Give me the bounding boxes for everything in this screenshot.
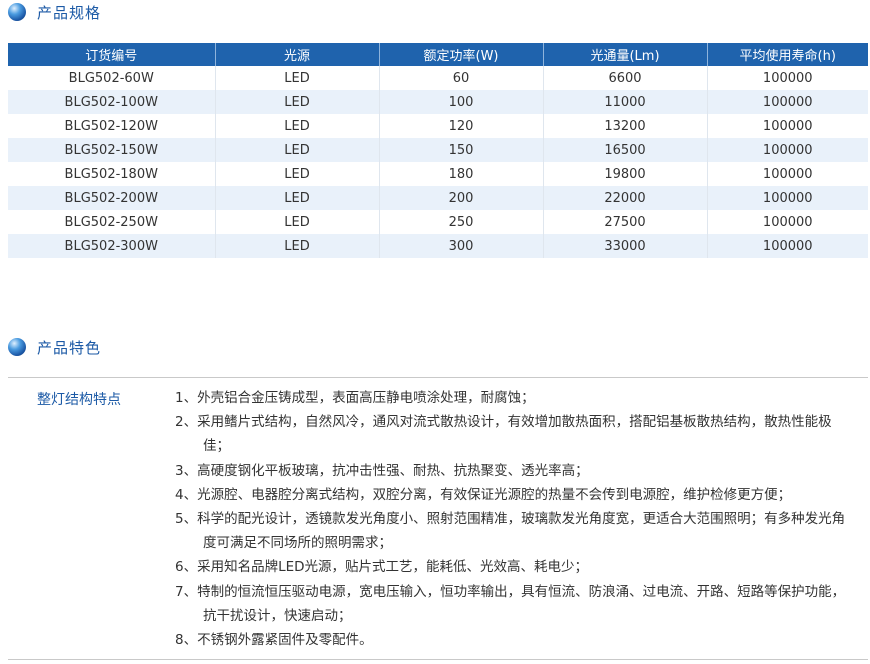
cell-light-source: LED <box>215 114 380 138</box>
cell-lifespan: 100000 <box>707 138 868 162</box>
column-header-light-source: 光源 <box>215 43 380 66</box>
cell-order-no: BLG502-150W <box>8 138 216 162</box>
table-row: BLG502-60W LED 60 6600 100000 <box>8 66 868 90</box>
list-item: 1、外壳铝合金压铸成型，表面高压静电喷涂处理，耐腐蚀； <box>175 390 535 406</box>
features-top-divider <box>8 377 868 378</box>
cell-lifespan: 100000 <box>707 162 868 186</box>
spec-table-header-row: 订货编号 光源 额定功率(W) 光通量(Lm) 平均使用寿命(h) <box>8 43 868 66</box>
cell-power: 300 <box>379 234 544 258</box>
globe-icon <box>8 338 26 356</box>
spec-table: 订货编号 光源 额定功率(W) 光通量(Lm) 平均使用寿命(h) BLG502… <box>8 43 868 258</box>
cell-power: 100 <box>379 90 544 114</box>
cell-power: 200 <box>379 186 544 210</box>
cell-light-source: LED <box>215 90 380 114</box>
list-item: 2、采用鳍片式结构，自然风冷，通风对流式散热设计，有效增加散热面积，搭配铝基板散… <box>175 414 832 455</box>
cell-light-source: LED <box>215 186 380 210</box>
features-label: 整灯结构特点 <box>37 392 121 408</box>
spec-section-header: 产品规格 <box>8 0 101 24</box>
column-header-lifespan: 平均使用寿命(h) <box>707 43 868 66</box>
column-header-luminous-flux: 光通量(Lm) <box>543 43 708 66</box>
cell-lifespan: 100000 <box>707 90 868 114</box>
list-item: 4、光源腔、电器腔分离式结构，双腔分离，有效保证光源腔的热量不会传到电源腔，维护… <box>175 486 792 503</box>
features-section-title: 产品特色 <box>37 338 102 357</box>
cell-luminous-flux: 22000 <box>543 186 708 210</box>
table-row: BLG502-250W LED 250 27500 100000 <box>8 210 868 234</box>
table-row: BLG502-300W LED 300 33000 100000 <box>8 234 868 258</box>
list-item: 7、特制的恒流恒压驱动电源，宽电压输入，恒功率输出，具有恒流、防浪涌、过电流、开… <box>175 583 846 624</box>
cell-order-no: BLG502-180W <box>8 162 216 186</box>
cell-light-source: LED <box>215 138 380 162</box>
cell-order-no: BLG502-120W <box>8 114 216 138</box>
cell-order-no: BLG502-200W <box>8 186 216 210</box>
cell-light-source: LED <box>215 234 380 258</box>
cell-luminous-flux: 33000 <box>543 234 708 258</box>
cell-power: 150 <box>379 138 544 162</box>
cell-luminous-flux: 27500 <box>543 210 708 234</box>
cell-power: 120 <box>379 114 544 138</box>
cell-order-no: BLG502-250W <box>8 210 216 234</box>
cell-power: 60 <box>379 66 544 90</box>
column-header-power: 额定功率(W) <box>379 43 544 66</box>
cell-luminous-flux: 16500 <box>543 138 708 162</box>
list-item: 6、采用知名品牌LED光源，贴片式工艺，能耗低、光效高、耗电少； <box>175 559 589 576</box>
cell-lifespan: 100000 <box>707 114 868 138</box>
cell-light-source: LED <box>215 162 380 186</box>
list-item: 8、不锈钢外露紧固件及零配件。 <box>175 632 373 649</box>
cell-luminous-flux: 13200 <box>543 114 708 138</box>
cell-order-no: BLG502-300W <box>8 234 216 258</box>
cell-luminous-flux: 19800 <box>543 162 708 186</box>
cell-lifespan: 100000 <box>707 186 868 210</box>
cell-luminous-flux: 11000 <box>543 90 708 114</box>
cell-power: 180 <box>379 162 544 186</box>
cell-order-no: BLG502-100W <box>8 90 216 114</box>
table-row: BLG502-180W LED 180 19800 100000 <box>8 162 868 186</box>
table-row: BLG502-150W LED 150 16500 100000 <box>8 138 868 162</box>
cell-order-no: BLG502-60W <box>8 66 216 90</box>
cell-lifespan: 100000 <box>707 210 868 234</box>
features-bottom-divider <box>8 659 868 660</box>
table-row: BLG502-120W LED 120 13200 100000 <box>8 114 868 138</box>
column-header-order-no: 订货编号 <box>8 43 216 66</box>
features-section-header: 产品特色 <box>8 335 101 359</box>
cell-lifespan: 100000 <box>707 66 868 90</box>
table-row: BLG502-200W LED 200 22000 100000 <box>8 186 868 210</box>
list-item: 3、高硬度钢化平板玻璃，抗冲击性强、耐热、抗热聚变、透光率高； <box>175 462 589 479</box>
spec-section-title: 产品规格 <box>37 3 102 22</box>
cell-luminous-flux: 6600 <box>543 66 708 90</box>
cell-lifespan: 100000 <box>707 234 868 258</box>
cell-power: 250 <box>379 210 544 234</box>
table-row: BLG502-100W LED 100 11000 100000 <box>8 90 868 114</box>
globe-icon <box>8 3 26 21</box>
list-item: 5、科学的配光设计，透镜款发光角度小、照射范围精准，玻璃款发光角度宽，更适合大范… <box>175 511 846 552</box>
features-list: 1、外壳铝合金压铸成型，表面高压静电喷涂处理，耐腐蚀； 2、采用鳍片式结构，自然… <box>175 386 851 652</box>
cell-light-source: LED <box>215 66 380 90</box>
cell-light-source: LED <box>215 210 380 234</box>
